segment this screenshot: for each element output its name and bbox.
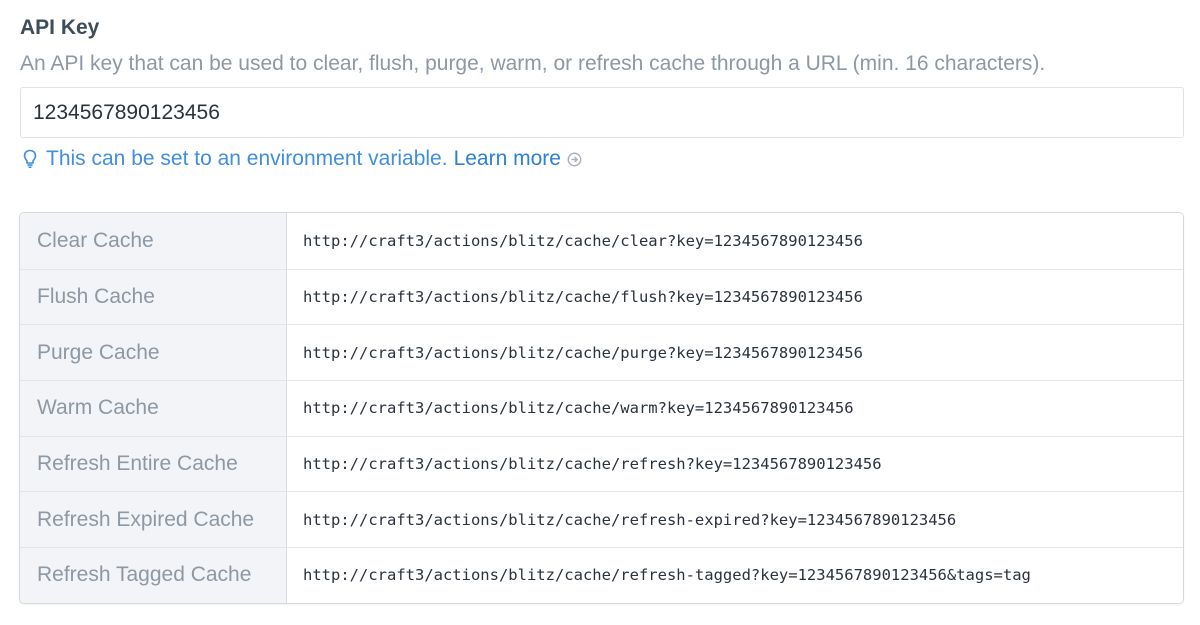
field-instructions: An API key that can be used to clear, fl…	[20, 52, 1046, 75]
arrow-circle-right-icon[interactable]	[567, 152, 582, 167]
row-label: Refresh Expired Cache	[20, 492, 287, 548]
row-url[interactable]: http://craft3/actions/blitz/cache/purge?…	[287, 325, 1183, 381]
env-variable-tip: This can be set to an environment variab…	[20, 145, 1184, 173]
lightbulb-icon	[22, 148, 38, 170]
table-row: Clear Cache http://craft3/actions/blitz/…	[20, 213, 1183, 269]
learn-more-link[interactable]: Learn more	[454, 147, 561, 171]
table-row: Purge Cache http://craft3/actions/blitz/…	[20, 324, 1183, 381]
row-label: Refresh Tagged Cache	[20, 548, 287, 603]
row-label: Flush Cache	[20, 269, 287, 325]
row-url[interactable]: http://craft3/actions/blitz/cache/refres…	[287, 548, 1183, 603]
field-heading: API Key	[20, 16, 100, 39]
table-row: Refresh Tagged Cache http://craft3/actio…	[20, 547, 1183, 603]
api-key-field: API Key An API key that can be used to c…	[20, 14, 1184, 173]
cache-url-table: Clear Cache http://craft3/actions/blitz/…	[19, 212, 1184, 604]
row-label: Refresh Entire Cache	[20, 436, 287, 492]
table-row: Flush Cache http://craft3/actions/blitz/…	[20, 268, 1183, 325]
row-label: Purge Cache	[20, 325, 287, 381]
table-row: Warm Cache http://craft3/actions/blitz/c…	[20, 380, 1183, 436]
tip-text: This can be set to an environment variab…	[46, 147, 448, 170]
api-key-input[interactable]	[20, 87, 1184, 138]
row-label: Clear Cache	[20, 213, 287, 269]
table-row: Refresh Entire Cache http://craft3/actio…	[20, 435, 1183, 492]
row-url[interactable]: http://craft3/actions/blitz/cache/refres…	[287, 436, 1183, 492]
row-url[interactable]: http://craft3/actions/blitz/cache/warm?k…	[287, 381, 1183, 436]
row-label: Warm Cache	[20, 381, 287, 436]
row-url[interactable]: http://craft3/actions/blitz/cache/flush?…	[287, 269, 1183, 325]
row-url[interactable]: http://craft3/actions/blitz/cache/refres…	[287, 492, 1183, 548]
row-url[interactable]: http://craft3/actions/blitz/cache/clear?…	[287, 213, 1183, 269]
table-row: Refresh Expired Cache http://craft3/acti…	[20, 491, 1183, 548]
